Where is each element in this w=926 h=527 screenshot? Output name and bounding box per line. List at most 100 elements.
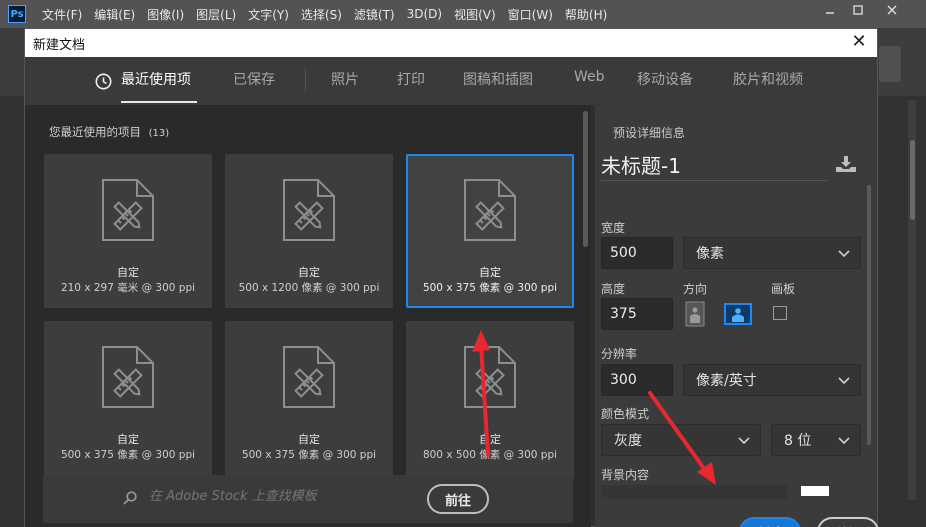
menu-filter[interactable]: 滤镜(T): [348, 6, 401, 23]
background-contents-label: 背景内容: [601, 468, 650, 482]
dialog-close-icon[interactable]: ✕: [849, 33, 869, 53]
landscape-icon: [724, 303, 752, 325]
menu-3d[interactable]: 3D(D): [401, 7, 448, 21]
preset-card[interactable]: 自定 500 x 375 像素 @ 300 ppi: [225, 321, 393, 481]
background-color-swatch[interactable]: [801, 486, 829, 496]
preset-size: 500 x 375 像素 @ 300 ppi: [241, 449, 377, 461]
preset-size: 210 x 297 毫米 @ 300 ppi: [60, 282, 196, 294]
preset-card[interactable]: 自定 500 x 375 像素 @ 300 ppi: [44, 321, 212, 481]
orientation-label: 方向: [683, 282, 708, 296]
document-icon: [464, 179, 516, 241]
tab-mobile[interactable]: 移动设备: [637, 69, 693, 89]
resolution-unit-value: 像素/英寸: [696, 373, 757, 389]
color-mode-value: 灰度: [614, 433, 642, 449]
save-preset-icon[interactable]: [835, 155, 857, 173]
portrait-icon: [685, 301, 705, 327]
panel-collapse-button[interactable]: [879, 46, 901, 82]
document-icon: [283, 346, 335, 408]
photoshop-logo-icon: Ps: [8, 5, 26, 23]
tab-separator: [305, 69, 306, 91]
clock-icon: [95, 73, 112, 90]
width-unit-value: 像素: [696, 246, 724, 262]
artboard-checkbox[interactable]: [773, 306, 787, 320]
background-contents-select[interactable]: [601, 485, 787, 499]
portrait-orientation-button[interactable]: [683, 301, 707, 327]
recent-items-count: (13): [148, 128, 170, 139]
preset-size: 500 x 375 像素 @ 300 ppi: [60, 449, 196, 461]
preset-name: 自定: [479, 266, 501, 279]
preset-card[interactable]: 自定 800 x 500 像素 @ 300 ppi: [406, 321, 574, 481]
recent-items-title: 您最近使用的项目: [49, 125, 141, 139]
stock-search-input[interactable]: [149, 489, 419, 504]
artboard-label: 画板: [771, 282, 796, 296]
menu-file[interactable]: 文件(F): [36, 6, 88, 23]
tab-print[interactable]: 打印: [397, 69, 425, 89]
width-unit-select[interactable]: 像素: [683, 237, 861, 269]
bit-depth-select[interactable]: 8 位: [771, 424, 861, 456]
minimize-icon[interactable]: [818, 0, 842, 20]
preset-size: 500 x 1200 像素 @ 300 ppi: [238, 282, 380, 294]
document-icon: [464, 346, 516, 408]
preset-name: 自定: [479, 433, 501, 446]
preset-size: 800 x 500 像素 @ 300 ppi: [422, 449, 558, 461]
color-mode-select[interactable]: 灰度: [601, 424, 761, 456]
document-icon: [102, 179, 154, 241]
close-button[interactable]: 关闭: [817, 517, 879, 527]
menu-select[interactable]: 选择(S): [295, 6, 348, 23]
chevron-down-icon: [838, 250, 850, 258]
new-document-dialog: 新建文档 ✕ 最近使用项 已保存 照片 打印 图稿和插图 Web 移动设备 胶片…: [24, 28, 879, 527]
height-label: 高度: [601, 282, 626, 296]
menu-image[interactable]: 图像(I): [141, 6, 190, 23]
tab-art-illustration[interactable]: 图稿和插图: [463, 69, 533, 89]
menu-help[interactable]: 帮助(H): [559, 6, 613, 23]
tab-saved[interactable]: 已保存: [233, 69, 275, 89]
height-input[interactable]: 375: [601, 298, 673, 330]
presets-scrollbar[interactable]: [583, 111, 588, 247]
maximize-icon[interactable]: [846, 0, 870, 20]
preset-name: 自定: [298, 266, 320, 279]
preset-card[interactable]: 自定 210 x 297 毫米 @ 300 ppi: [44, 154, 212, 308]
chevron-down-icon: [838, 437, 850, 445]
chevron-down-icon: [738, 437, 750, 445]
width-input[interactable]: 500: [601, 237, 673, 269]
dialog-title: 新建文档: [33, 37, 86, 53]
create-button[interactable]: 创建: [739, 517, 801, 527]
bit-depth-value: 8 位: [784, 433, 812, 449]
details-scrollbar[interactable]: [867, 185, 871, 445]
preset-name: 自定: [117, 266, 139, 279]
preset-name: 自定: [298, 433, 320, 446]
go-button[interactable]: 前往: [427, 484, 489, 514]
tab-film-video[interactable]: 胶片和视频: [733, 69, 803, 89]
color-mode-label: 颜色模式: [601, 407, 650, 421]
menu-window[interactable]: 窗口(W): [502, 6, 559, 23]
workspace-scroll-thumb[interactable]: [910, 140, 915, 220]
document-icon: [283, 179, 335, 241]
preset-card[interactable]: 自定 500 x 1200 像素 @ 300 ppi: [225, 154, 393, 308]
document-name-input[interactable]: [601, 149, 827, 181]
resolution-input[interactable]: 300: [601, 364, 673, 396]
menu-bar: Ps 文件(F) 编辑(E) 图像(I) 图层(L) 文字(Y) 选择(S) 滤…: [0, 0, 926, 28]
recent-presets-panel: 您最近使用的项目 (13) 自定 210 x 297 毫米 @ 300 ppi …: [25, 105, 591, 527]
close-icon[interactable]: [880, 0, 904, 20]
preset-card-selected[interactable]: 自定 500 x 375 像素 @ 300 ppi: [406, 154, 574, 308]
document-icon: [102, 346, 154, 408]
width-label: 宽度: [601, 221, 626, 235]
resolution-unit-select[interactable]: 像素/英寸: [683, 364, 861, 396]
chevron-down-icon: [838, 377, 850, 385]
tab-photo[interactable]: 照片: [331, 69, 359, 89]
preset-tabs: 最近使用项 已保存 照片 打印 图稿和插图 Web 移动设备 胶片和视频: [25, 57, 877, 105]
search-icon: [123, 491, 137, 505]
menu-type[interactable]: 文字(Y): [242, 6, 295, 23]
preset-details-panel: 预设详细信息 宽度 500 像素 高度 375 方向: [595, 105, 879, 527]
preset-details-title: 预设详细信息: [613, 126, 686, 140]
preset-name: 自定: [117, 433, 139, 446]
dialog-titlebar: 新建文档 ✕: [25, 29, 877, 57]
menu-layer[interactable]: 图层(L): [190, 6, 242, 23]
tab-recent[interactable]: 最近使用项: [121, 69, 191, 89]
tab-web[interactable]: Web: [574, 69, 605, 85]
adobe-stock-search-bar: 前往: [43, 475, 573, 523]
recent-items-heading: 您最近使用的项目 (13): [49, 124, 169, 140]
landscape-orientation-button[interactable]: [723, 301, 753, 327]
menu-view[interactable]: 视图(V): [448, 6, 502, 23]
menu-edit[interactable]: 编辑(E): [88, 6, 141, 23]
